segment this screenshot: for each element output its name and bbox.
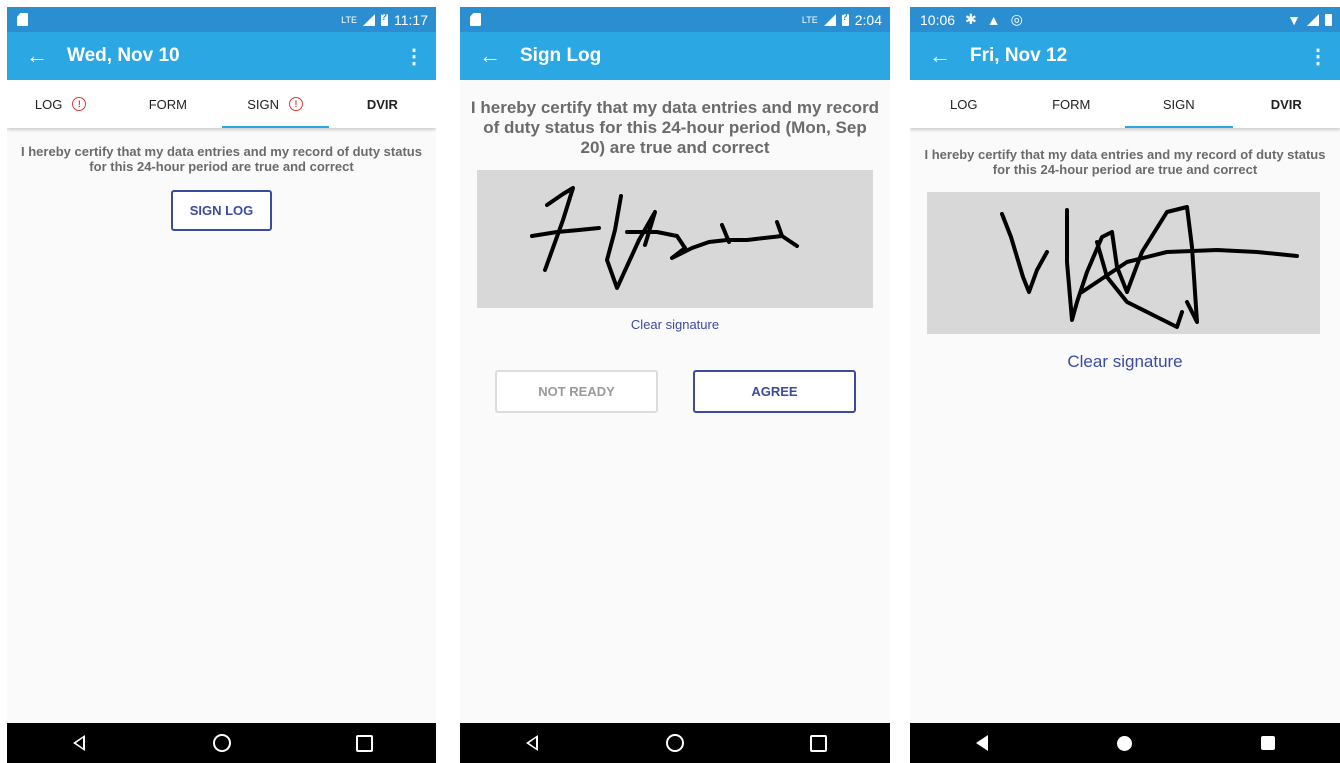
alert-icon: ! xyxy=(289,97,304,111)
status-bar: 10:06 ✱ ▲ ◎ ▼ xyxy=(910,7,1340,32)
sd-card-icon xyxy=(17,13,28,26)
lte-signal-icon: LTE xyxy=(341,14,357,25)
nav-back-icon[interactable] xyxy=(952,735,1012,751)
back-arrow-icon[interactable]: ← xyxy=(7,43,67,69)
tab-dvir[interactable]: DVIR xyxy=(1233,80,1340,128)
sync-icon: ◎ xyxy=(1010,11,1023,27)
back-arrow-icon[interactable]: ← xyxy=(460,43,520,69)
overflow-menu-icon[interactable]: ⋮ xyxy=(392,44,436,69)
back-arrow-icon[interactable]: ← xyxy=(910,43,970,69)
phone-screen-2: LTE 2:04 ← Sign Log I hereby certify tha… xyxy=(460,7,890,763)
nav-home-icon[interactable] xyxy=(192,734,252,752)
status-bar: LTE 11:17 xyxy=(7,7,436,32)
tab-label: LOG xyxy=(34,96,63,112)
tab-log[interactable]: LOG ! xyxy=(7,80,114,128)
sd-card-icon xyxy=(470,13,481,26)
nav-home-icon[interactable] xyxy=(1095,735,1155,751)
tab-bar: LOG FORM SIGN DVIR xyxy=(910,80,1340,128)
navigation-bar xyxy=(910,723,1340,763)
certify-text: I hereby certify that my data entries an… xyxy=(924,147,1326,177)
warning-icon: ▲ xyxy=(986,11,1001,28)
phone-screen-1: LTE 11:17 ← Wed, Nov 10 ⋮ LOG ! FORM SIG… xyxy=(7,7,436,763)
tab-sign[interactable]: SIGN xyxy=(1125,80,1233,128)
nav-back-icon[interactable] xyxy=(502,735,562,751)
nav-home-icon[interactable] xyxy=(645,734,705,752)
status-bar: LTE 2:04 xyxy=(460,7,890,32)
tab-label: FORM xyxy=(148,96,188,112)
nav-back-icon[interactable] xyxy=(49,735,109,751)
tab-form[interactable]: FORM xyxy=(114,80,221,128)
navigation-bar xyxy=(7,723,436,763)
signature-drawing xyxy=(530,186,799,290)
nav-recents-icon[interactable] xyxy=(788,734,848,752)
battery-icon xyxy=(381,12,388,26)
tab-label: LOG xyxy=(950,96,978,112)
navigation-bar xyxy=(460,723,890,763)
signal-icon xyxy=(363,13,375,26)
tab-label: DVIR xyxy=(1270,96,1302,112)
tab-bar: LOG ! FORM SIGN ! DVIR xyxy=(7,80,436,128)
wifi-icon: ▼ xyxy=(1287,11,1301,28)
status-time: 2:04 xyxy=(854,11,882,28)
app-bar: ← Wed, Nov 10 ⋮ xyxy=(7,32,436,80)
signature-drawing xyxy=(1000,205,1299,329)
signal-icon xyxy=(823,13,836,26)
alert-icon: ! xyxy=(72,97,87,111)
nav-recents-icon[interactable] xyxy=(335,734,395,752)
app-bar: ← Fri, Nov 12 ⋮ xyxy=(910,32,1340,80)
settings-icon: ✱ xyxy=(965,11,977,27)
signature-pad[interactable] xyxy=(927,192,1320,334)
battery-icon xyxy=(841,12,849,26)
clear-signature-link[interactable]: Clear signature xyxy=(910,352,1340,372)
sign-log-button[interactable]: SIGN LOG xyxy=(171,190,272,231)
signal-icon xyxy=(1307,13,1319,26)
phone-screen-3: 10:06 ✱ ▲ ◎ ▼ ← Fri, Nov 12 ⋮ LOG FORM S… xyxy=(910,7,1340,763)
agree-button[interactable]: AGREE xyxy=(693,370,856,413)
signature-pad[interactable] xyxy=(477,170,873,308)
app-bar: ← Sign Log xyxy=(460,32,890,80)
certify-text: I hereby certify that my data entries an… xyxy=(21,144,422,174)
battery-icon xyxy=(1325,13,1332,26)
tab-log[interactable]: LOG xyxy=(910,80,1018,128)
page-title: Fri, Nov 12 xyxy=(970,45,1068,66)
tab-label: SIGN xyxy=(247,96,280,112)
tab-label: SIGN xyxy=(1162,96,1195,112)
tab-label: FORM xyxy=(1052,96,1091,112)
tab-form[interactable]: FORM xyxy=(1018,80,1126,128)
not-ready-button[interactable]: NOT READY xyxy=(495,370,658,413)
overflow-menu-icon[interactable]: ⋮ xyxy=(1296,44,1340,69)
nav-recents-icon[interactable] xyxy=(1238,736,1298,750)
status-time: 10:06 xyxy=(920,11,956,28)
tab-sign[interactable]: SIGN ! xyxy=(221,80,330,128)
page-title: Sign Log xyxy=(520,45,602,66)
certify-text: I hereby certify that my data entries an… xyxy=(470,98,880,157)
tab-label: DVIR xyxy=(366,96,398,112)
tab-dvir[interactable]: DVIR xyxy=(329,80,436,128)
status-time: 11:17 xyxy=(394,11,428,28)
clear-signature-link[interactable]: Clear signature xyxy=(460,317,890,332)
lte-signal-icon: LTE xyxy=(801,14,818,25)
page-title: Wed, Nov 10 xyxy=(67,45,180,66)
